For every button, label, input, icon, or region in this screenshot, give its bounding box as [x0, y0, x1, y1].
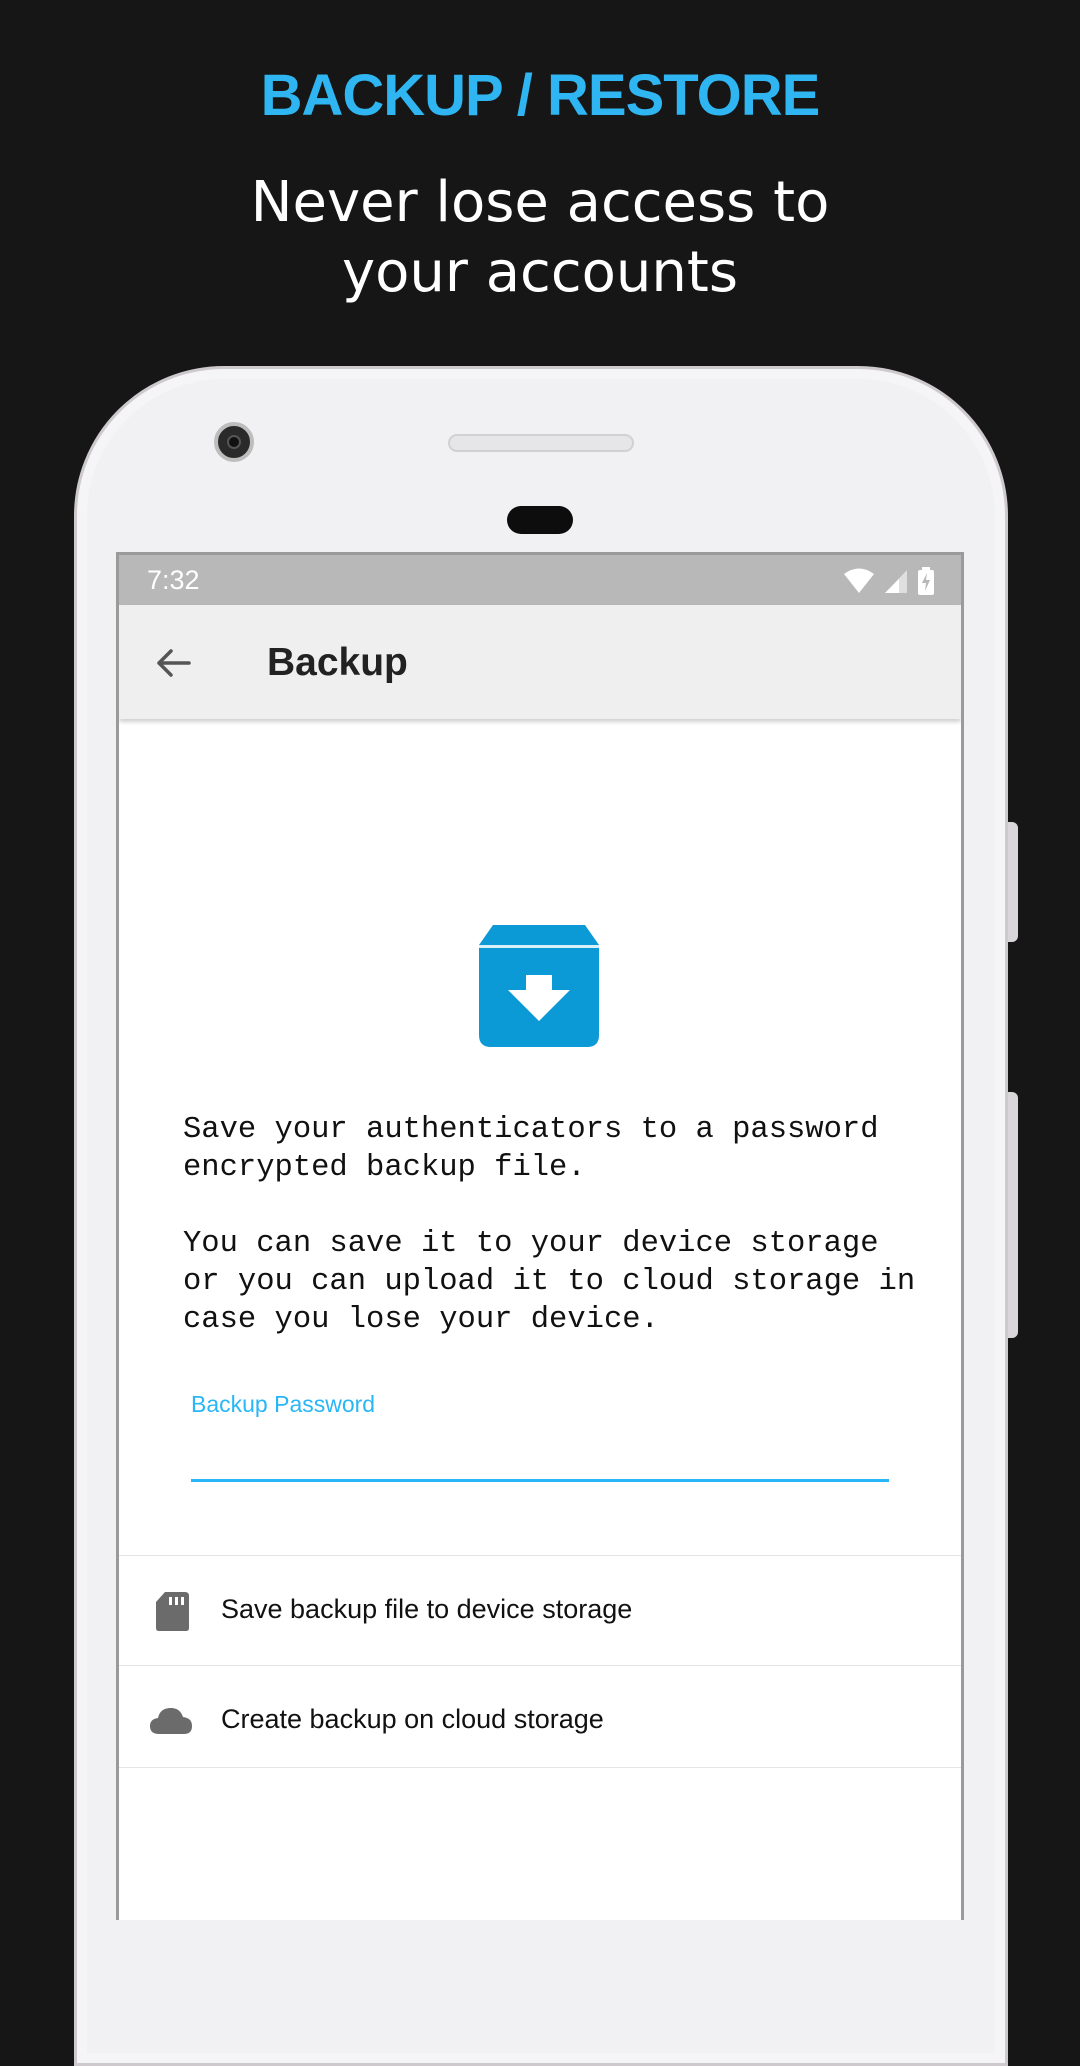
description-paragraph-2: You can save it to your device storage o…: [183, 1227, 916, 1337]
archive-download-icon: [479, 925, 599, 1047]
status-icons: [843, 567, 935, 595]
backup-description: Save your authenticators to a password e…: [183, 1111, 923, 1377]
earpiece-speaker: [448, 434, 634, 452]
promo-subtitle-line-2: your accounts: [342, 240, 738, 305]
create-cloud-backup-button[interactable]: Create backup on cloud storage: [119, 1665, 961, 1775]
page-title: Backup: [267, 641, 408, 684]
save-to-device-storage-button[interactable]: Save backup file to device storage: [119, 1555, 961, 1665]
create-cloud-backup-label: Create backup on cloud storage: [221, 1704, 604, 1734]
backup-password-label: Backup Password: [191, 1391, 376, 1417]
sd-card-icon: [156, 1592, 189, 1631]
arrow-back-icon[interactable]: [153, 643, 193, 683]
backup-password-input[interactable]: [191, 1427, 889, 1482]
phone-volume-button: [1008, 822, 1018, 942]
cell-signal-icon: [885, 570, 907, 593]
wifi-icon: [844, 568, 874, 593]
description-paragraph-1: Save your authenticators to a password e…: [183, 1113, 879, 1185]
cloud-icon: [150, 1708, 192, 1734]
promo-title: BACKUP / RESTORE: [260, 63, 821, 128]
front-camera: [214, 422, 254, 462]
app-bar: Backup: [119, 605, 961, 719]
battery-charging-icon: [918, 567, 934, 595]
promo-subtitle-line-1: Never lose access to: [250, 170, 830, 235]
list-divider: [119, 1767, 961, 1768]
phone-power-button: [1008, 1092, 1018, 1338]
status-bar: 7:32: [119, 555, 961, 605]
promo-subtitle: Never lose access to your accounts: [0, 168, 1080, 308]
save-to-device-storage-label: Save backup file to device storage: [221, 1594, 633, 1624]
phone-screen: 7:32 Backup Save your authenticators to …: [116, 552, 964, 1920]
proximity-sensor: [507, 506, 573, 534]
status-time: 7:32: [147, 565, 200, 595]
